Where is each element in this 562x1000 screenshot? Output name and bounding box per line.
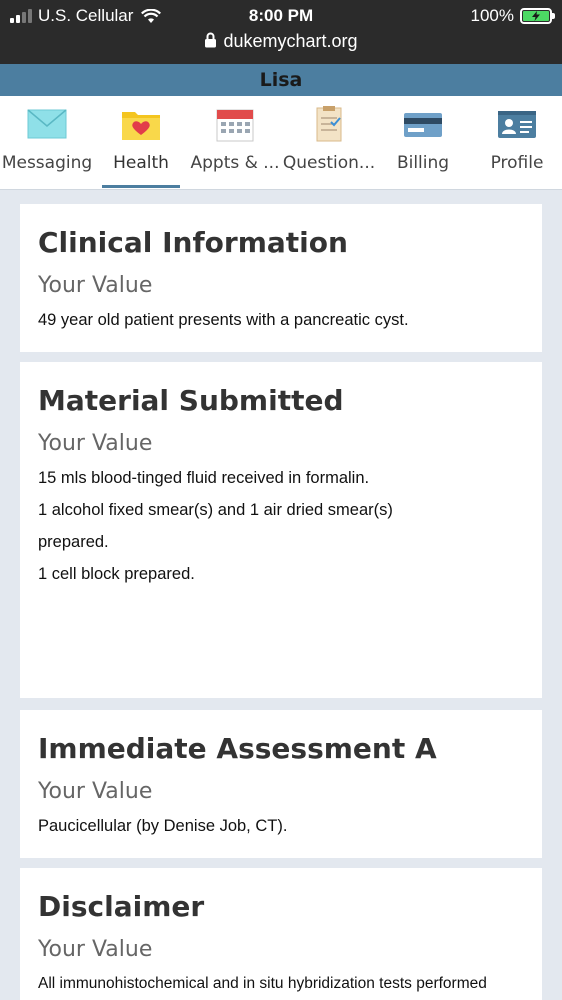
id-card-icon [498,111,536,138]
nav-label: Health [113,153,169,173]
battery-percent: 100% [470,6,514,25]
card-value-line: 49 year old patient presents with a panc… [38,311,409,329]
charging-bolt-icon [532,11,540,21]
nav-appointments[interactable]: Appts & ... [188,96,282,190]
status-bar: U.S. Cellular 8:00 PM 100% dukemychart.o… [0,0,562,64]
signal-strength-icon [10,9,32,23]
patient-name-bar: Lisa [0,64,562,96]
nav-label: Billing [396,153,450,173]
clipboard-icon [316,106,342,142]
battery-icon [520,8,555,24]
card-title: Material Submitted [38,384,344,417]
carrier-name: U.S. Cellular [38,6,134,25]
nav-label: Profile [490,153,544,173]
battery-info: 100% [470,6,555,26]
address-bar[interactable]: dukemychart.org [0,31,562,52]
card-title: Immediate Assessment A [38,732,437,765]
card-subtitle: Your Value [38,779,153,804]
nav-label: Appts & ... [190,153,280,173]
folder-heart-icon [122,112,160,140]
nav-health[interactable]: Health [94,96,188,190]
card-subtitle: Your Value [38,431,153,456]
card-subtitle: Your Value [38,937,153,962]
card-value-line: Paucicellular (by Denise Job, CT). [38,817,288,835]
url-text: dukemychart.org [223,31,358,51]
card-title: Clinical Information [38,226,348,259]
card-value-line: 15 mls blood-tinged fluid received in fo… [38,469,370,487]
main-nav: Messaging Health Appts & ... Question... [0,96,562,190]
nav-billing[interactable]: Billing [376,96,470,190]
nav-profile[interactable]: Profile [470,96,562,190]
nav-label: Question... [282,153,376,173]
card-value-line: 1 cell block prepared. [38,565,195,583]
card-disclaimer: Disclaimer Your Value All immunohistoche… [20,868,542,1000]
card-material-submitted: Material Submitted Your Value 15 mls blo… [20,362,542,698]
credit-card-icon [404,113,442,137]
card-subtitle: Your Value [38,273,153,298]
card-title: Disclaimer [38,890,205,923]
calendar-icon [216,109,254,142]
wifi-icon [141,8,162,23]
card-immediate-assessment: Immediate Assessment A Your Value Paucic… [20,710,542,858]
card-value-line: 1 alcohol fixed smear(s) and 1 air dried… [38,501,393,519]
patient-name: Lisa [259,69,303,91]
nav-messaging[interactable]: Messaging [0,96,94,190]
card-value-line: prepared. [38,533,109,551]
nav-questionnaires[interactable]: Question... [282,96,376,190]
carrier-info: U.S. Cellular [10,6,162,26]
lock-icon [205,32,217,48]
card-clinical-information: Clinical Information Your Value 49 year … [20,204,542,352]
envelope-icon [27,109,67,139]
active-tab-indicator [102,185,180,188]
nav-label: Messaging [1,153,93,173]
card-value-line: All immunohistochemical and in situ hybr… [38,975,487,992]
